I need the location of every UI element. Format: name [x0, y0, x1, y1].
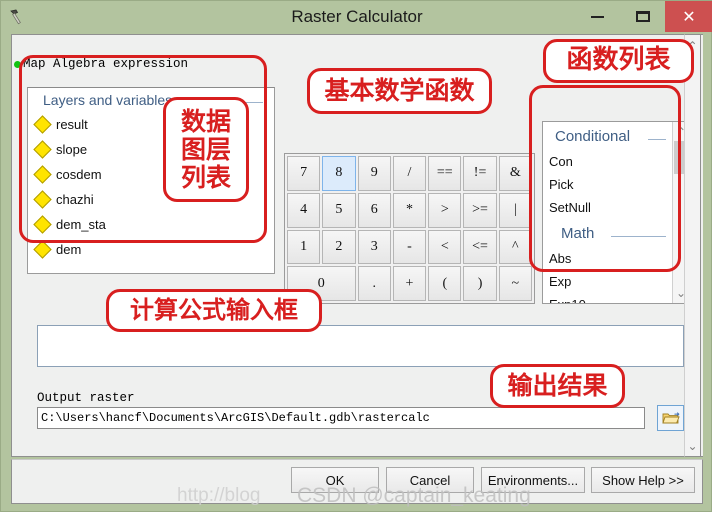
keypad-key[interactable]: . — [357, 266, 391, 301]
keypad-key[interactable]: & — [498, 156, 532, 191]
scroll-down-icon[interactable]: ⌄ — [687, 436, 697, 456]
keypad-key[interactable]: 7 — [287, 156, 321, 191]
browse-folder-button[interactable] — [657, 405, 684, 431]
list-item[interactable]: Exp — [543, 270, 672, 293]
title-bar: Raster Calculator ✕ — [1, 1, 712, 32]
annotation-formula-input: 计算公式输入框 — [106, 289, 322, 332]
keypad-key[interactable]: != — [463, 156, 497, 191]
keypad-key[interactable]: + — [392, 266, 427, 301]
keypad-key[interactable]: 6 — [357, 192, 391, 228]
operator-keypad[interactable]: 7 8 9 / == != & 4 5 6 * > >= | 1 2 3 - <… — [284, 153, 535, 304]
annotation-function-list-box — [529, 85, 681, 272]
keypad-key[interactable]: ^ — [498, 229, 532, 265]
keypad-key[interactable]: ( — [428, 266, 462, 301]
close-icon: ✕ — [682, 8, 696, 26]
minimize-button[interactable] — [575, 1, 620, 32]
keypad-key[interactable]: - — [392, 229, 427, 265]
keypad-key[interactable]: 9 — [357, 156, 391, 191]
maximize-icon — [635, 11, 650, 22]
keypad-key[interactable]: 2 — [322, 229, 356, 265]
keypad-key[interactable]: * — [392, 192, 427, 228]
annotation-text: 基本数学函数 — [324, 76, 475, 105]
keypad-key[interactable]: >= — [463, 192, 497, 228]
dialog-scrollbar[interactable]: ⌃ ⌄ — [684, 34, 701, 457]
open-folder-icon — [661, 412, 680, 424]
watermark-credit: CSDN @captain_keating — [297, 484, 531, 507]
output-raster-label: Output raster — [37, 391, 135, 405]
close-button[interactable]: ✕ — [665, 1, 712, 32]
list-item[interactable]: Exp10 — [543, 293, 672, 303]
keypad-key[interactable]: / — [392, 156, 427, 191]
maximize-button[interactable] — [620, 1, 665, 32]
output-raster-input[interactable]: C:\Users\hancf\Documents\ArcGIS\Default.… — [37, 407, 645, 429]
annotation-function-list-label: 函数列表 — [543, 39, 694, 83]
keypad-key[interactable]: > — [428, 192, 462, 228]
raster-calculator-window: Raster Calculator ✕ Map Algebra expressi… — [0, 0, 712, 512]
annotation-text: 计算公式输入框 — [130, 295, 298, 325]
annotation-output-result: 输出结果 — [490, 364, 625, 408]
keypad-key[interactable]: <= — [463, 229, 497, 265]
annotation-math-functions: 基本数学函数 — [307, 68, 492, 114]
show-help-button[interactable]: Show Help >> — [591, 467, 695, 493]
keypad-key[interactable]: 4 — [287, 192, 321, 228]
annotation-text: 输出结果 — [507, 371, 608, 400]
annotation-text: 函数列表 — [566, 45, 671, 76]
keypad-key[interactable]: 1 — [287, 229, 321, 265]
annotation-layers-label: 数据 图层 列表 — [163, 97, 249, 202]
keypad-key[interactable]: < — [428, 229, 462, 265]
minimize-icon — [591, 15, 604, 18]
keypad-key[interactable]: 3 — [357, 229, 391, 265]
watermark-url: http://blog — [177, 485, 261, 506]
keypad-key[interactable]: | — [498, 192, 532, 228]
keypad-key[interactable]: ~ — [498, 266, 532, 301]
keypad-key[interactable]: 5 — [322, 192, 356, 228]
keypad-key[interactable]: ) — [463, 266, 497, 301]
list-item-label: dem — [56, 241, 82, 257]
annotation-text: 数据 图层 列表 — [180, 106, 231, 192]
keypad-key[interactable]: 8 — [322, 156, 356, 191]
keypad-key[interactable]: == — [428, 156, 462, 191]
